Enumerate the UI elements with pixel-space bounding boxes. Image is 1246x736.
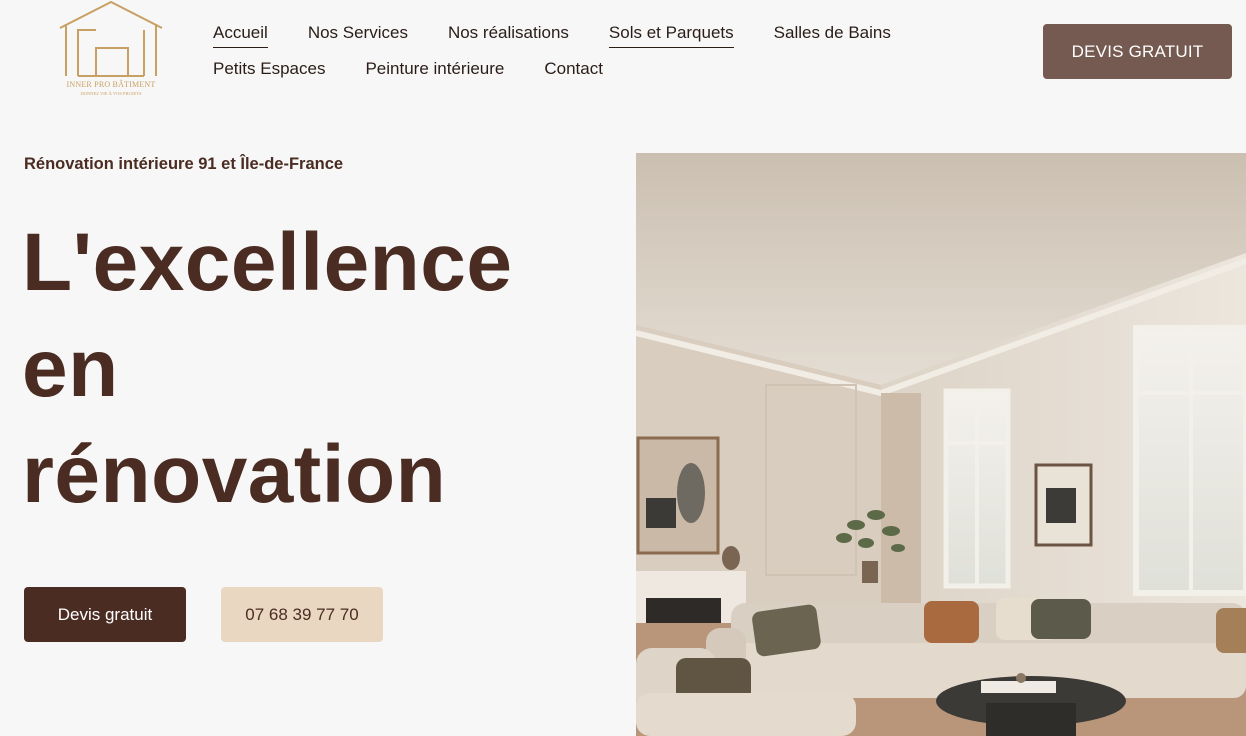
nav-item-nos-services[interactable]: Nos Services [308, 22, 408, 47]
hero-phone-button[interactable]: 07 68 39 77 70 [221, 587, 383, 642]
header-devis-gratuit-button[interactable]: DEVIS GRATUIT [1043, 24, 1232, 79]
main-nav: Accueil Nos Services Nos réalisations So… [213, 22, 973, 94]
hero-kicker: Rénovation intérieure 91 et Île-de-Franc… [24, 155, 344, 173]
logo[interactable]: INNER PRO BÂTIMENT DONNEZ VIE À VOS PROJ… [58, 0, 164, 100]
nav-item-sols-et-parquets[interactable]: Sols et Parquets [608, 22, 734, 48]
nav-row-1: Accueil Nos Services Nos réalisations So… [213, 22, 973, 58]
living-room-photo-icon [636, 153, 1246, 736]
nav-row-2: Petits Espaces Peinture intérieure Conta… [213, 58, 973, 94]
nav-item-salles-de-bains[interactable]: Salles de Bains [774, 22, 891, 47]
nav-item-accueil[interactable]: Accueil [213, 22, 268, 48]
nav-item-nos-realisations[interactable]: Nos réalisations [448, 22, 569, 47]
hero-title-line-2: en [22, 323, 119, 414]
hero-title-line-3: rénovation [22, 429, 447, 520]
hero-living-room-image [636, 153, 1246, 736]
nav-item-petits-espaces[interactable]: Petits Espaces [213, 58, 325, 83]
house-logo-icon [59, 0, 163, 77]
hero-title-line-1: L'excellence [22, 217, 513, 308]
hero-title: L'excellence en rénovation [22, 210, 622, 528]
logo-name: INNER PRO BÂTIMENT [66, 80, 156, 89]
nav-item-peinture-interieure[interactable]: Peinture intérieure [365, 58, 504, 83]
hero-devis-gratuit-button[interactable]: Devis gratuit [24, 587, 186, 642]
logo-tagline: DONNEZ VIE À VOS PROJETS [80, 91, 142, 96]
nav-item-contact[interactable]: Contact [544, 58, 603, 83]
